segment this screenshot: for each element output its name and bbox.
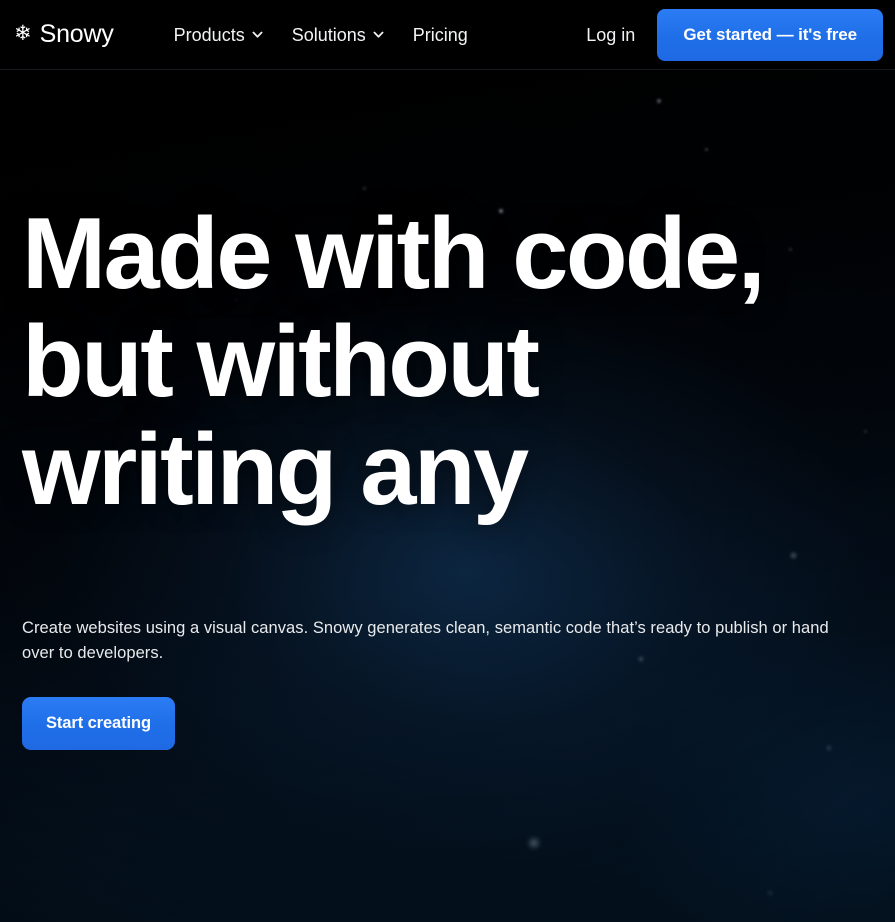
- hero-subtitle: Create websites using a visual canvas. S…: [22, 619, 829, 662]
- nav-item-solutions[interactable]: Solutions: [292, 26, 385, 44]
- hero-title: Made with code, but without writing any: [22, 200, 812, 524]
- chevron-down-icon: [251, 28, 264, 41]
- landing-page: ❄ Snowy Products Solutions Pricing Log i…: [0, 0, 895, 922]
- snowflake-icon: ❄: [14, 22, 32, 45]
- hero-section: Made with code, but without writing any …: [0, 70, 895, 750]
- nav-actions: Log in Get started — it's free: [586, 0, 895, 70]
- hero-title-line-3: writing any: [22, 414, 529, 526]
- nav-item-products-label: Products: [173, 24, 245, 45]
- hero-title-line-2: but without: [22, 306, 540, 418]
- hero-title-line-1: Made with code,: [22, 198, 766, 310]
- nav-item-pricing-label: Pricing: [412, 24, 468, 45]
- chevron-down-icon: [372, 28, 385, 41]
- top-navigation-bar: ❄ Snowy Products Solutions Pricing Log i…: [0, 0, 895, 70]
- nav-item-products[interactable]: Products: [174, 26, 264, 44]
- login-link[interactable]: Log in: [586, 26, 635, 44]
- nav-item-pricing[interactable]: Pricing: [413, 26, 468, 44]
- nav-links: Products Solutions Pricing: [174, 26, 468, 44]
- brand-logo[interactable]: ❄ Snowy: [14, 22, 114, 47]
- get-started-button[interactable]: Get started — it's free: [657, 8, 883, 61]
- start-creating-button[interactable]: Start creating: [22, 697, 175, 750]
- brand-name: Snowy: [39, 20, 114, 48]
- nav-item-solutions-label: Solutions: [291, 24, 366, 45]
